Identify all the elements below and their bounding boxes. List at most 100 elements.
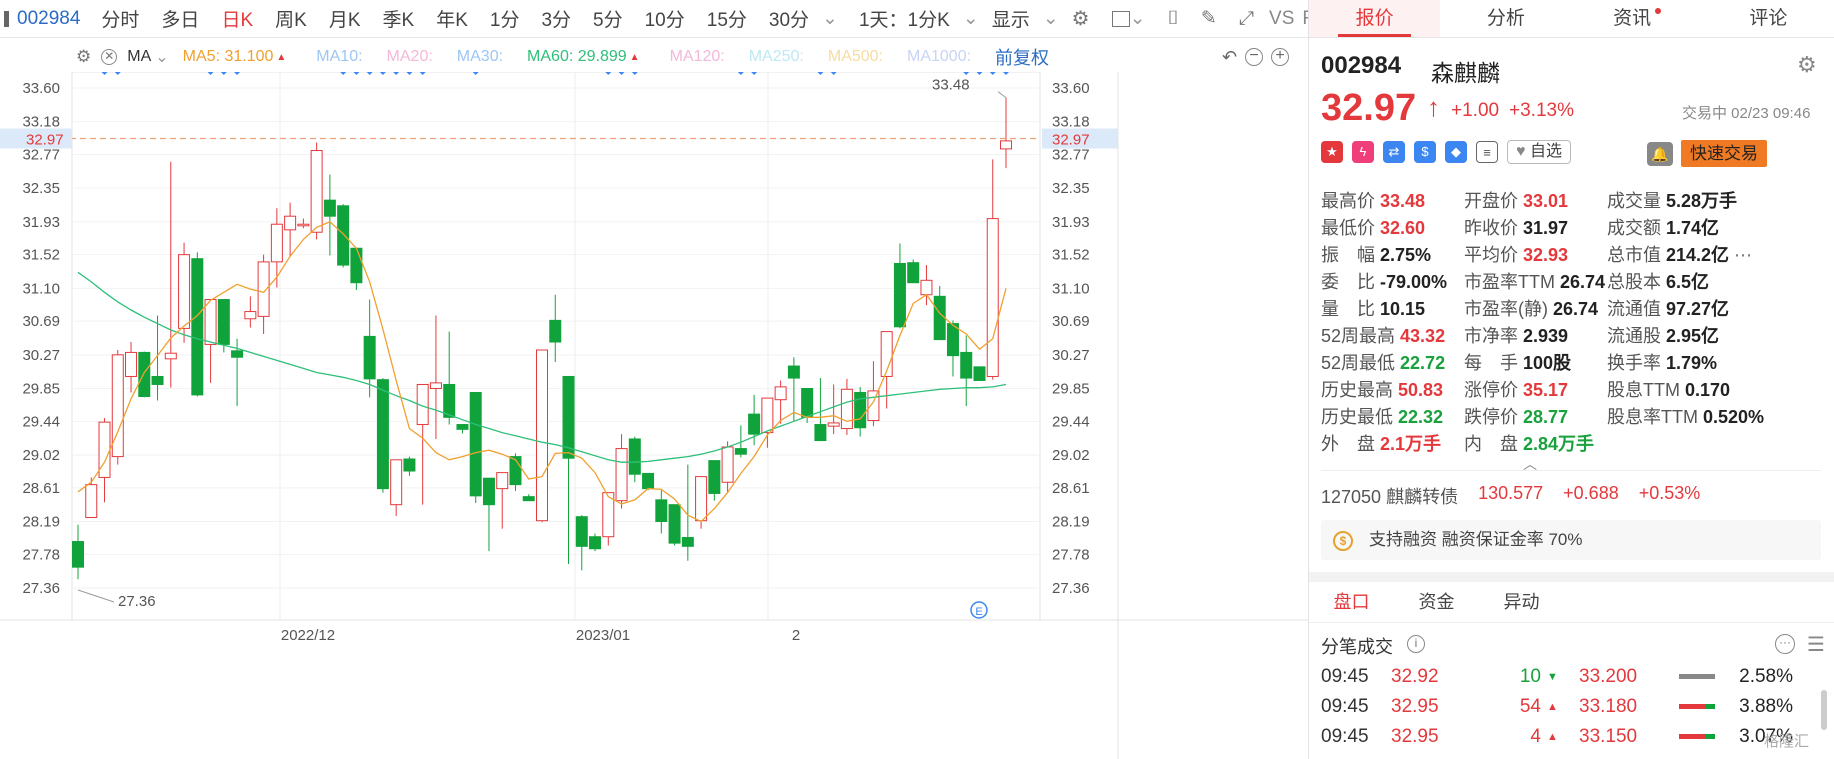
lightning-icon[interactable]: ϟ bbox=[1352, 141, 1374, 163]
ma-label-chevron-icon[interactable]: ⌄ bbox=[155, 47, 168, 67]
display-chevron-icon[interactable]: ⌄ bbox=[1041, 7, 1061, 30]
event-diamond-icon[interactable] bbox=[419, 72, 426, 75]
candle-body bbox=[893, 262, 906, 328]
period-select[interactable]: 1天：1分K bbox=[848, 5, 961, 32]
ma-settings-gear-icon[interactable]: ⚙ bbox=[76, 47, 91, 67]
event-diamond-icon[interactable] bbox=[605, 72, 612, 75]
period-select-chevron-icon[interactable]: ⌄ bbox=[961, 7, 981, 30]
event-diamond-icon[interactable] bbox=[234, 72, 241, 75]
period-tab-7[interactable]: 1分 bbox=[479, 5, 531, 32]
period-tab-2[interactable]: 日K bbox=[210, 5, 264, 32]
subtab-anomaly[interactable]: 异动 bbox=[1479, 583, 1564, 622]
quote-settings-gear-icon[interactable]: ⚙ bbox=[1797, 52, 1817, 78]
event-diamond-icon[interactable] bbox=[830, 72, 837, 75]
stats-row: 委 比 -79.00% 市盈率TTM 26.74 总股本 6.5亿 bbox=[1321, 269, 1826, 296]
more-circle-icon[interactable]: ⋯ bbox=[1729, 245, 1752, 265]
event-diamond-icon[interactable] bbox=[631, 72, 638, 75]
period-tab-0[interactable]: 分时 bbox=[90, 5, 150, 32]
period-dropdown-icon[interactable]: ⌄ bbox=[820, 7, 840, 30]
stat-value: 43.32 bbox=[1400, 326, 1446, 346]
watchlist-button[interactable]: ♥ 自选 bbox=[1507, 140, 1571, 164]
stat-cell: 历史最低 22.32 bbox=[1321, 404, 1464, 431]
stat-label: 总市值 bbox=[1607, 245, 1661, 265]
vs-compare-button[interactable]: VS bbox=[1265, 8, 1298, 30]
event-diamond-icon[interactable] bbox=[207, 72, 214, 75]
camera-icon[interactable]: ⌷ bbox=[1156, 8, 1189, 30]
kline-chart[interactable]: 33.60 33.60 33.18 33.18 32.77 32.77 32.35 32.35… bbox=[0, 72, 1308, 759]
y-tick-left: 29.02 bbox=[22, 447, 60, 464]
subtab-orderbook[interactable]: 盘口 bbox=[1309, 583, 1394, 622]
event-diamond-icon[interactable] bbox=[379, 72, 386, 75]
event-diamond-icon[interactable] bbox=[393, 72, 400, 75]
up-arrow-icon: ▲ bbox=[1547, 701, 1558, 713]
subtab-fund[interactable]: 资金 bbox=[1394, 583, 1479, 622]
settings-gear-icon[interactable]: ⚙ bbox=[1061, 6, 1101, 31]
event-diamond-icon[interactable] bbox=[963, 72, 970, 75]
event-diamond-icon[interactable] bbox=[976, 72, 983, 75]
tab-news[interactable]: 资讯 bbox=[1572, 0, 1703, 37]
low-annotation: 27.36 bbox=[118, 593, 156, 610]
period-tab-3[interactable]: 周K bbox=[264, 5, 318, 32]
event-diamond-icon[interactable] bbox=[406, 72, 413, 75]
quick-trade-button[interactable]: 快速交易 bbox=[1681, 140, 1767, 167]
candle-body bbox=[734, 448, 747, 455]
period-tab-1[interactable]: 多日 bbox=[150, 5, 210, 32]
y-tick-left: 32.35 bbox=[22, 180, 60, 197]
stat-value: 35.17 bbox=[1523, 380, 1569, 400]
pencil-icon[interactable]: ✎ bbox=[1190, 7, 1228, 30]
ma-close-icon[interactable]: ✕ bbox=[101, 49, 118, 65]
period-tab-8[interactable]: 3分 bbox=[530, 5, 582, 32]
more-icon[interactable]: ··· bbox=[1775, 634, 1795, 654]
event-diamond-icon[interactable] bbox=[817, 72, 824, 75]
y-tick-left: 32.77 bbox=[22, 147, 60, 164]
event-diamond-icon[interactable] bbox=[751, 72, 758, 75]
tab-quote[interactable]: 报价 bbox=[1309, 0, 1441, 37]
event-diamond-icon[interactable] bbox=[366, 72, 373, 75]
period-tab-12[interactable]: 30分 bbox=[758, 5, 820, 32]
document-icon[interactable]: ≡ bbox=[1476, 141, 1498, 163]
quote-name: 森麒麟 bbox=[1431, 60, 1500, 86]
ma-label[interactable]: MA bbox=[127, 48, 151, 66]
scrollbar[interactable] bbox=[1821, 690, 1827, 730]
stat-cell: 市盈率TTM 26.74 bbox=[1464, 269, 1607, 296]
convertible-bond-row[interactable]: 127050 麒麟转债 130.577 +0.688 +0.53% bbox=[1321, 483, 1700, 509]
y-tick-right: 27.78 bbox=[1052, 546, 1090, 563]
adjust-button[interactable]: 前复权 bbox=[995, 44, 1049, 70]
reset-icon[interactable]: ↶ bbox=[1222, 47, 1237, 68]
list-icon[interactable]: ☰ bbox=[1807, 632, 1825, 657]
bell-icon[interactable]: 🔔 bbox=[1647, 142, 1673, 166]
china-flag-icon[interactable]: ★ bbox=[1321, 141, 1343, 163]
expand-chevron-icon[interactable]: ︿ bbox=[1523, 454, 1537, 474]
stat-value: 10.15 bbox=[1380, 299, 1426, 319]
dollar-icon[interactable]: $ bbox=[1414, 141, 1436, 163]
tab-analysis[interactable]: 分析 bbox=[1440, 0, 1571, 37]
event-diamond-icon[interactable] bbox=[340, 72, 347, 75]
period-tab-4[interactable]: 月K bbox=[318, 5, 372, 32]
fullscreen-icon[interactable]: ⤢ bbox=[1228, 8, 1265, 30]
period-tab-11[interactable]: 15分 bbox=[696, 5, 758, 32]
display-button[interactable]: 显示 bbox=[981, 5, 1041, 32]
drawing-box-icon[interactable]: ⌄ bbox=[1101, 7, 1157, 30]
stat-cell: 每 手 100股 bbox=[1464, 350, 1607, 377]
x-tick-label: 2023/01 bbox=[576, 627, 630, 644]
event-diamond-icon[interactable] bbox=[101, 72, 108, 75]
event-diamond-icon[interactable] bbox=[737, 72, 744, 75]
event-diamond-icon[interactable] bbox=[353, 72, 360, 75]
period-tab-5[interactable]: 季K bbox=[372, 5, 426, 32]
tab-comments[interactable]: 评论 bbox=[1703, 0, 1834, 37]
stat-cell: 昨收价 31.97 bbox=[1464, 215, 1607, 242]
zoom-out-icon[interactable]: − bbox=[1245, 48, 1264, 66]
tag-icon[interactable]: ◆ bbox=[1445, 141, 1467, 163]
event-diamond-icon[interactable] bbox=[114, 72, 121, 75]
event-diamond-icon[interactable] bbox=[220, 72, 227, 75]
period-tab-9[interactable]: 5分 bbox=[582, 5, 634, 32]
event-diamond-icon[interactable] bbox=[472, 72, 479, 75]
period-tab-10[interactable]: 10分 bbox=[634, 5, 696, 32]
event-diamond-icon[interactable] bbox=[618, 72, 625, 75]
zoom-in-icon[interactable]: + bbox=[1271, 48, 1290, 66]
shuffle-icon[interactable]: ⇄ bbox=[1383, 141, 1405, 163]
info-icon[interactable]: i bbox=[1407, 635, 1425, 653]
period-tab-6[interactable]: 年K bbox=[425, 5, 479, 32]
event-diamond-icon[interactable] bbox=[989, 72, 996, 75]
event-diamond-icon[interactable] bbox=[1003, 72, 1009, 75]
